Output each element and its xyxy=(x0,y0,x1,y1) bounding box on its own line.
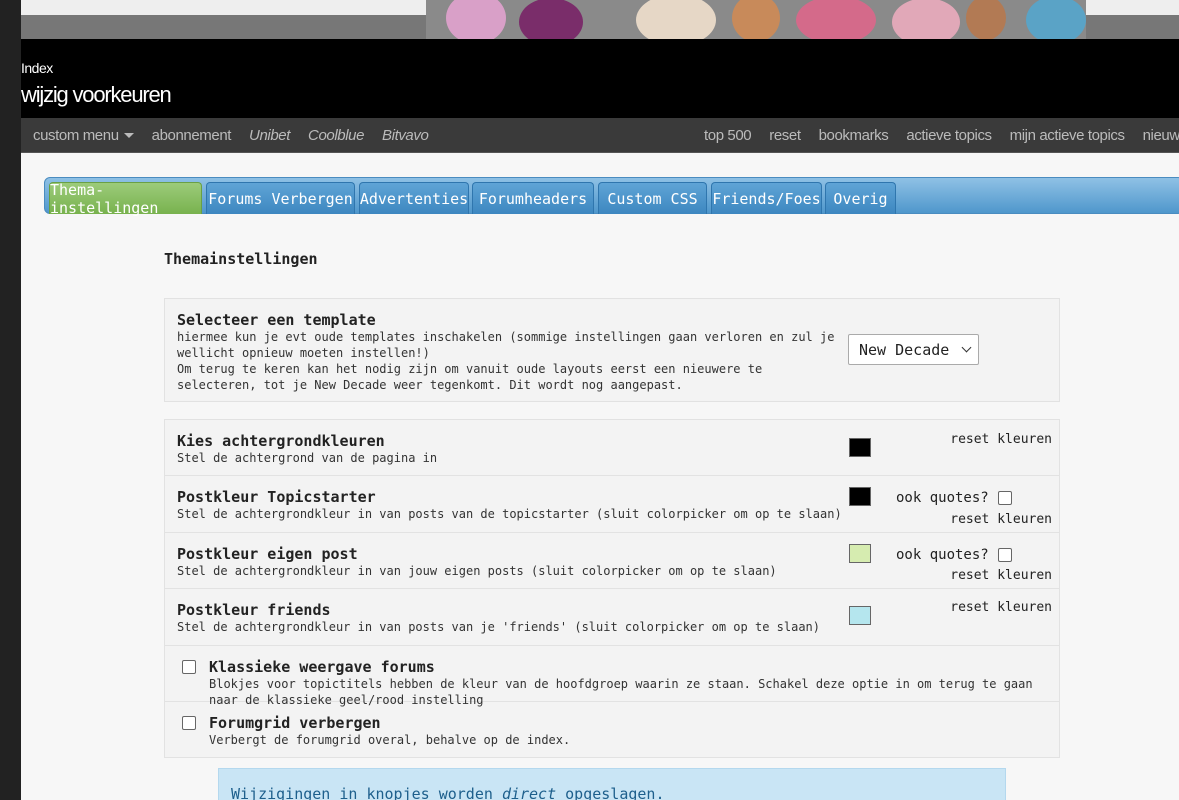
reset-colors-button[interactable]: reset kleuren xyxy=(950,600,1052,615)
quotes-checkbox[interactable] xyxy=(997,491,1012,505)
color-swatch[interactable] xyxy=(849,438,871,457)
template-panel: Selecteer een template hiermee kun je ev… xyxy=(164,298,1060,402)
nav-custom-menu[interactable]: custom menu xyxy=(33,127,134,144)
section-title: Themainstellingen xyxy=(164,250,318,268)
color-swatch[interactable] xyxy=(849,544,871,563)
nav-actieve-topics[interactable]: actieve topics xyxy=(906,127,992,144)
breadcrumb[interactable]: Index xyxy=(21,60,53,76)
nav-bitvavo[interactable]: Bitvavo xyxy=(382,127,429,144)
template-select[interactable]: New Decade xyxy=(848,334,979,365)
nav-nieuwe-topics[interactable]: nieuwe topics xyxy=(1143,127,1179,144)
tab-forums-verbergen[interactable]: Forums Verbergen xyxy=(206,182,355,214)
chevron-down-icon xyxy=(123,133,134,139)
settings-content: Thema-instellingen Forums Verbergen Adve… xyxy=(21,153,1179,800)
color-swatch[interactable] xyxy=(849,606,871,625)
page-title: wijzig voorkeuren xyxy=(21,82,172,107)
tab-thema-instellingen[interactable]: Thema-instellingen xyxy=(49,181,202,217)
chevron-down-icon xyxy=(961,342,972,353)
nav-bookmarks[interactable]: bookmarks xyxy=(819,127,889,144)
color-row-own-post: Postkleur eigen post Stel de achtergrond… xyxy=(165,533,1059,589)
tab-overig[interactable]: Overig xyxy=(825,182,896,214)
tab-forumheaders[interactable]: Forumheaders xyxy=(472,182,594,214)
header-banner xyxy=(21,0,1179,39)
save-notice: Wijzigingen in knopjes worden direct opg… xyxy=(218,768,1006,800)
quotes-checkbox[interactable] xyxy=(997,548,1012,562)
top-navigation: custom menu abonnement Unibet Coolblue B… xyxy=(21,118,1179,153)
option-row-forumgrid: Forumgrid verbergen Verbergt de forumgri… xyxy=(165,702,1059,758)
tab-friends-foes[interactable]: Friends/Foes xyxy=(711,182,822,214)
reset-colors-button[interactable]: reset kleuren xyxy=(950,568,1052,583)
nav-reset[interactable]: reset xyxy=(769,127,801,144)
color-swatch[interactable] xyxy=(849,487,871,506)
tab-custom-css[interactable]: Custom CSS xyxy=(598,182,707,214)
nav-unibet[interactable]: Unibet xyxy=(249,127,290,144)
nav-mijn-actieve-topics[interactable]: mijn actieve topics xyxy=(1010,127,1125,144)
tab-advertenties[interactable]: Advertenties xyxy=(359,182,469,214)
reset-colors-button[interactable]: reset kleuren xyxy=(950,512,1052,527)
reset-colors-button[interactable]: reset kleuren xyxy=(950,432,1052,447)
color-row-friends: Postkleur friends Stel de achtergrondkle… xyxy=(165,589,1059,646)
nav-abonnement[interactable]: abonnement xyxy=(152,127,232,144)
banner-photo xyxy=(426,0,1086,39)
color-row-background: Kies achtergrondkleuren Stel de achtergr… xyxy=(165,420,1059,476)
option-row-classic-forums: Klassieke weergave forums Blokjes voor t… xyxy=(165,646,1059,707)
settings-tabs: Thema-instellingen Forums Verbergen Adve… xyxy=(44,177,1179,217)
nav-top-500[interactable]: top 500 xyxy=(704,127,752,144)
template-description: hiermee kun je evt oude templates inscha… xyxy=(177,330,835,392)
nav-coolblue[interactable]: Coolblue xyxy=(308,127,364,144)
left-edge xyxy=(0,0,21,800)
hide-forumgrid-checkbox[interactable] xyxy=(182,716,196,730)
template-title: Selecteer een template xyxy=(177,311,376,329)
color-row-topicstarter: Postkleur Topicstarter Stel de achtergro… xyxy=(165,476,1059,533)
settings-panel: Kies achtergrondkleuren Stel de achtergr… xyxy=(164,419,1060,758)
classic-forums-checkbox[interactable] xyxy=(182,660,196,674)
